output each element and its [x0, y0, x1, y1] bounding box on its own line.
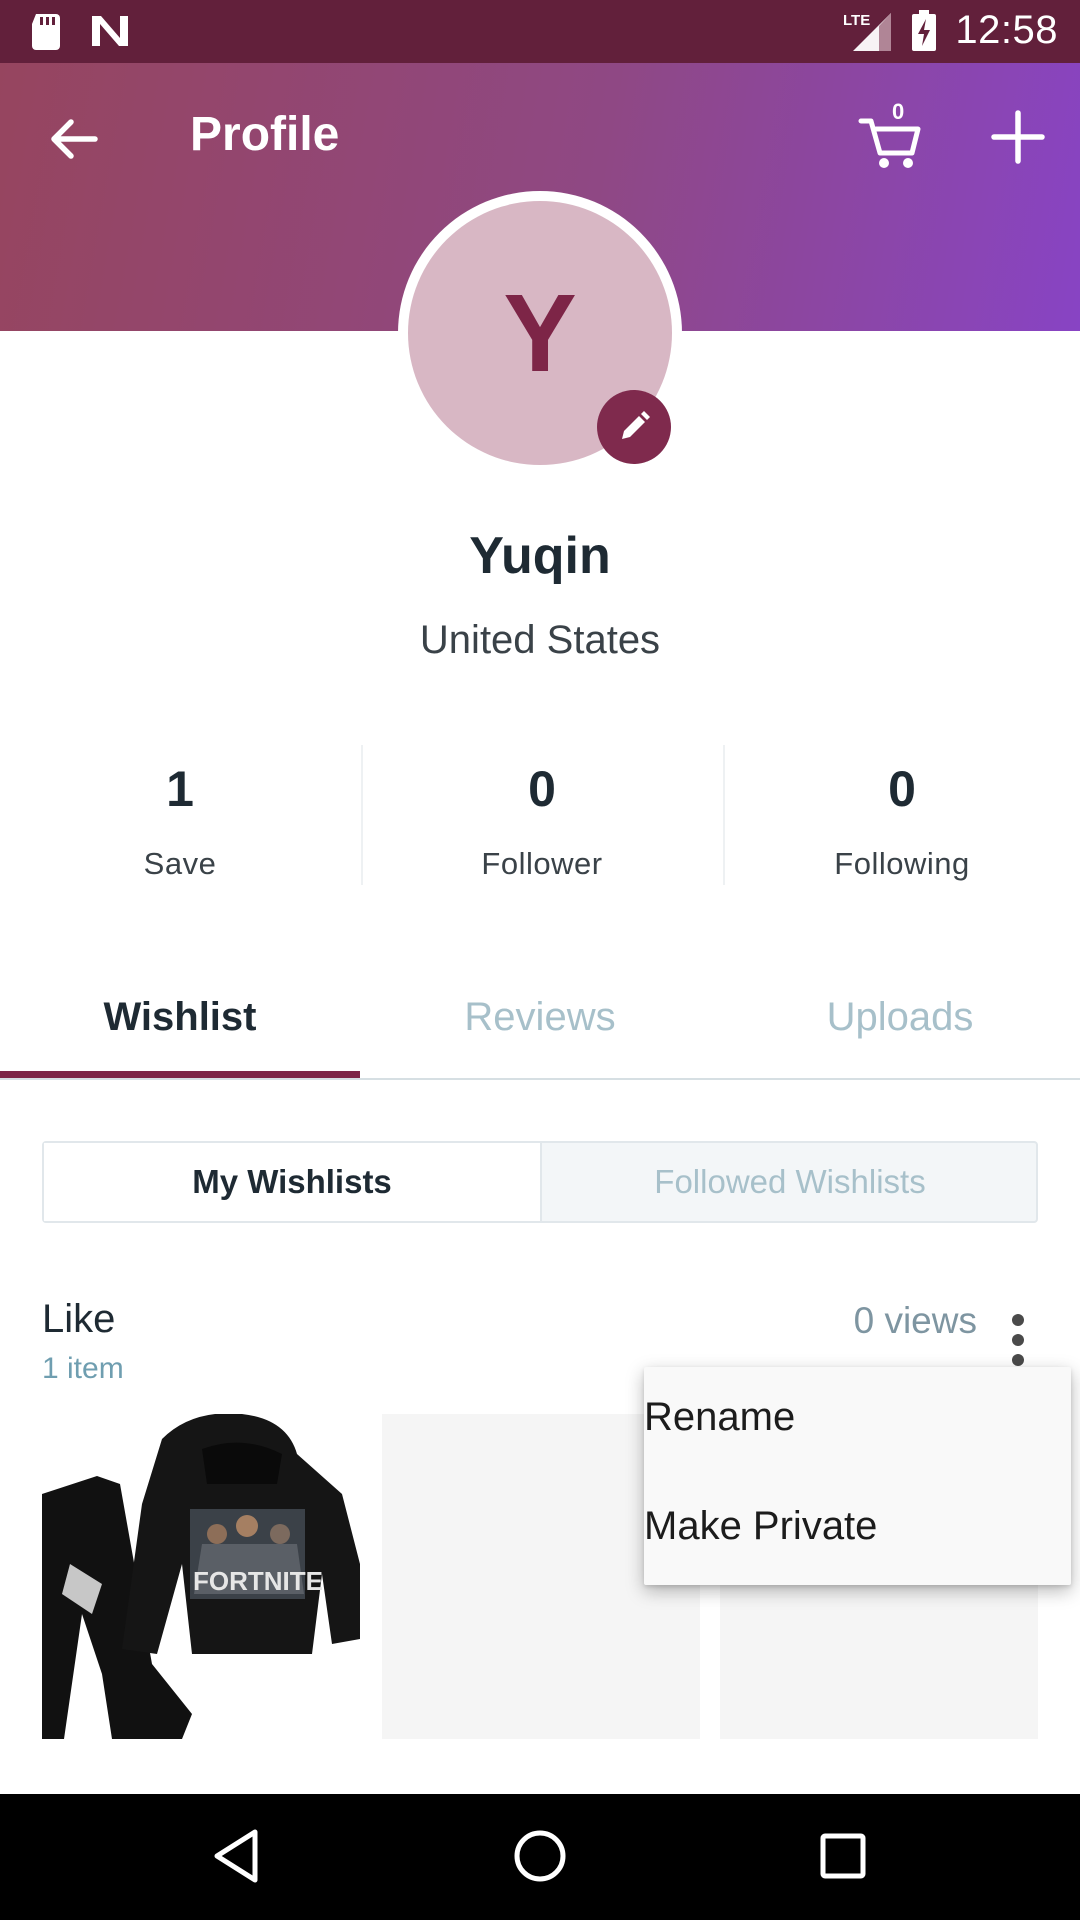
wishlist-item-thumbnail[interactable]: FORTNITE [42, 1413, 360, 1739]
svg-text:FORTNITE: FORTNITE [193, 1566, 323, 1596]
home-circle-icon[interactable] [508, 1824, 572, 1888]
wishlist-options-menu: Rename Make Private [644, 1367, 1071, 1585]
wishlist-segmented-control: My Wishlists Followed Wishlists [42, 1141, 1038, 1223]
product-image: FORTNITE [42, 1413, 360, 1739]
stat-value: 0 [528, 761, 556, 817]
tab-reviews[interactable]: Reviews [360, 975, 720, 1078]
page-title: Profile [190, 108, 340, 161]
stat-label: Following [834, 846, 970, 881]
back-triangle-icon[interactable] [205, 1824, 269, 1888]
battery-charging-icon [912, 9, 937, 51]
recents-square-icon[interactable] [811, 1824, 875, 1888]
stat-value: 0 [888, 761, 916, 817]
stat-value: 1 [166, 761, 194, 817]
n-notification-icon [92, 16, 128, 46]
tab-uploads[interactable]: Uploads [720, 975, 1080, 1078]
pencil-icon [622, 411, 650, 439]
stat-label: Save [143, 846, 217, 881]
stat-label: Follower [481, 846, 603, 881]
cart-icon[interactable]: 0 [858, 101, 924, 171]
wishlist-count: 1 item [42, 1352, 124, 1385]
status-time: 12:58 [955, 8, 1058, 52]
back-arrow-icon[interactable] [45, 111, 101, 167]
system-nav-bar [0, 1794, 1080, 1920]
cart-count: 0 [892, 101, 904, 124]
menu-item-make-private[interactable]: Make Private [644, 1476, 1071, 1585]
svg-text:LTE: LTE [843, 12, 870, 29]
stat-save[interactable]: 1 Save [0, 745, 360, 882]
profile-name: Yuqin [469, 527, 611, 585]
profile-stats: 1 Save 0 Follower 0 Following [0, 745, 1080, 890]
sd-card-icon [32, 14, 60, 50]
more-vert-icon[interactable] [1004, 1312, 1032, 1368]
profile-country: United States [419, 618, 661, 662]
my-wishlists-button[interactable]: My Wishlists [44, 1143, 542, 1221]
wishlist-title[interactable]: Like [42, 1297, 115, 1342]
edit-avatar-button[interactable] [597, 390, 671, 464]
wishlist-views: 0 views [853, 1300, 977, 1341]
signal-icon: LTE [843, 12, 892, 51]
plus-icon[interactable] [990, 109, 1046, 165]
tab-indicator [0, 1071, 360, 1078]
profile-tabs: Wishlist Reviews Uploads [0, 975, 1080, 1080]
stat-following[interactable]: 0 Following [722, 745, 1080, 882]
stat-follower[interactable]: 0 Follower [362, 745, 722, 882]
tab-wishlist[interactable]: Wishlist [0, 975, 360, 1078]
menu-item-rename[interactable]: Rename [644, 1367, 1071, 1476]
status-bar: LTE 12:58 [0, 0, 1080, 63]
followed-wishlists-button[interactable]: Followed Wishlists [542, 1143, 1038, 1221]
